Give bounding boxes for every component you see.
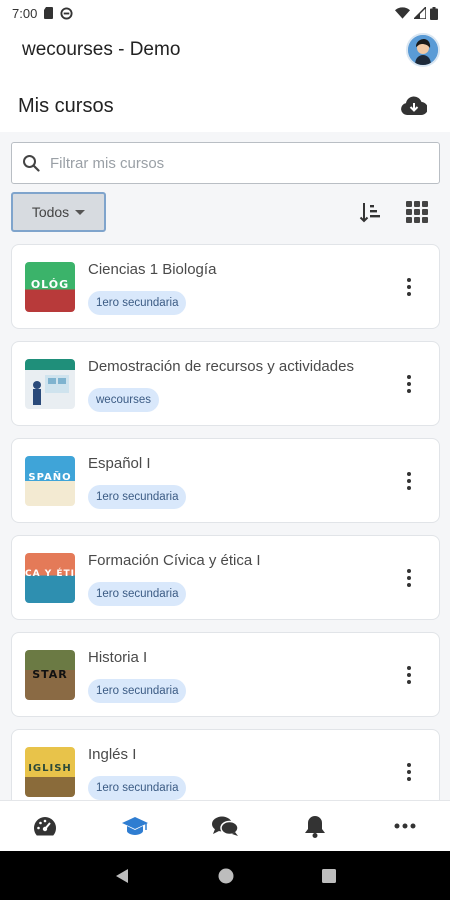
graduation-cap-icon [122,817,148,835]
back-icon[interactable] [113,867,131,885]
nav-notifications[interactable] [270,801,360,851]
course-thumbnail-text: IGLISH [28,763,72,774]
page-header: Mis cursos [0,82,450,130]
course-category-badge: 1ero secundaria [88,582,187,606]
course-name: Demostración de recursos y actividades [88,358,354,375]
system-navigation-bar [0,851,450,900]
course-name: Historia I [88,649,148,666]
course-more-options-button[interactable] [399,364,419,404]
course-thumbnail [25,359,75,409]
course-category-badge: 1ero secundaria [88,679,187,703]
course-thumbnail: STAR [25,650,75,700]
course-more-options-button[interactable] [399,558,419,598]
course-card[interactable]: IGLISH Inglés I 1ero secundaria [11,729,440,800]
course-name: Formación Cívica y ética I [88,552,261,569]
course-name: Inglés I [88,746,137,763]
sd-card-icon [44,7,54,19]
course-thumbnail: CA Y ÉTI [25,553,75,603]
search-icon [23,155,40,172]
nav-more[interactable] [360,801,450,851]
course-card[interactable]: SPAÑO Español I 1ero secundaria [11,438,440,523]
course-category-badge: wecourses [88,388,159,412]
chevron-down-icon [75,209,86,215]
download-courses-button[interactable] [398,90,430,122]
user-avatar-icon [408,35,438,65]
course-name: Español I [88,455,151,472]
course-more-options-button[interactable] [399,655,419,695]
nav-dashboard[interactable] [0,801,90,851]
course-category-badge: 1ero secundaria [88,776,187,800]
dashboard-icon [34,817,57,836]
course-thumbnail: OLÓG [25,262,75,312]
nav-my-courses[interactable] [90,801,180,851]
course-thumbnail-text: CA Y ÉTI [25,569,75,579]
filter-dropdown[interactable]: Todos [11,192,106,232]
courses-content: Todos OLÓG Ciencias 1 Biología 1ero secu… [0,132,450,800]
course-name: Ciencias 1 Biología [88,261,217,278]
data-saver-icon [60,6,73,20]
course-card[interactable]: STAR Historia I 1ero secundaria [11,632,440,717]
nav-messages[interactable] [180,801,270,851]
presenter-illustration-icon [33,375,69,405]
status-time: 7:00 [12,5,38,21]
course-thumbnail-text: SPAÑO [28,472,72,483]
sort-ascending-icon [359,203,380,223]
chat-bubbles-icon [212,816,239,836]
course-category-badge: 1ero secundaria [88,291,187,315]
course-thumbnail-text: OLÓG [30,278,70,291]
search-input[interactable] [50,154,410,172]
more-horizontal-icon [394,823,416,829]
wifi-icon [395,7,410,19]
page-title: Mis cursos [18,94,114,117]
filter-selected-label: Todos [31,204,70,220]
sort-button[interactable] [358,200,384,226]
course-card[interactable]: Demostración de recursos y actividades w… [11,341,440,426]
course-thumbnail: IGLISH [25,747,75,797]
course-more-options-button[interactable] [399,752,419,792]
bell-icon [305,816,325,838]
course-category-badge: 1ero secundaria [88,485,187,509]
status-bar: 7:00 [0,0,450,26]
home-icon[interactable] [217,867,235,885]
app-title: wecourses - Demo [22,39,181,60]
avatar[interactable] [406,33,440,67]
bottom-navigation [0,800,450,851]
course-thumbnail-text: STAR [32,668,68,681]
course-more-options-button[interactable] [399,461,419,501]
app-header: wecourses - Demo [0,26,450,74]
course-toolbar: Todos [11,192,440,234]
search-box[interactable] [11,142,440,184]
course-thumbnail: SPAÑO [25,456,75,506]
cloud-download-icon [401,96,427,116]
course-list: OLÓG Ciencias 1 Biología 1ero secundaria… [11,244,440,800]
battery-icon [430,6,438,20]
grid-view-icon[interactable] [406,201,428,223]
course-card[interactable]: OLÓG Ciencias 1 Biología 1ero secundaria [11,244,440,329]
signal-icon [414,7,426,19]
course-card[interactable]: CA Y ÉTI Formación Cívica y ética I 1ero… [11,535,440,620]
course-more-options-button[interactable] [399,267,419,307]
recent-apps-icon[interactable] [321,868,337,884]
